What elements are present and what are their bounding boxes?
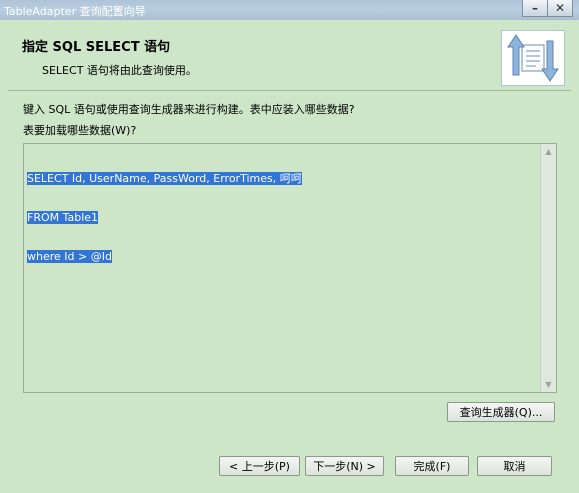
scroll-up-icon[interactable]: ▲ xyxy=(544,147,553,156)
query-builder-button[interactable]: 查询生成器(Q)... xyxy=(447,402,555,422)
title-bar: TableAdapter 查询配置向导 – ✕ xyxy=(0,0,579,20)
page-subtitle: SELECT 语句将由此查询使用。 xyxy=(42,64,197,77)
cancel-button[interactable]: 取消 xyxy=(477,456,552,476)
sql-line: where Id > @Id xyxy=(27,250,112,263)
data-load-label: 表要加载哪些数据(W)? xyxy=(23,124,137,137)
sql-line: SELECT Id, UserName, PassWord, ErrorTime… xyxy=(27,172,302,185)
query-wizard-icon xyxy=(501,30,565,86)
wizard-header: 指定 SQL SELECT 语句 SELECT 语句将由此查询使用。 xyxy=(8,26,571,91)
next-button[interactable]: 下一步(N) > xyxy=(305,456,384,476)
vertical-scrollbar[interactable]: ▲ ▼ xyxy=(540,144,556,392)
page-title: 指定 SQL SELECT 语句 xyxy=(22,40,171,55)
window-title: TableAdapter 查询配置向导 xyxy=(4,5,146,18)
minimize-button[interactable]: – xyxy=(522,0,548,17)
finish-button[interactable]: 完成(F) xyxy=(395,456,469,476)
previous-button[interactable]: < 上一步(P) xyxy=(219,456,300,476)
sql-line: FROM Table1 xyxy=(27,211,99,224)
minimize-icon: – xyxy=(532,1,538,15)
close-icon: ✕ xyxy=(554,1,566,15)
window-controls: – ✕ xyxy=(522,0,573,18)
sql-editor[interactable]: SELECT Id, UserName, PassWord, ErrorTime… xyxy=(23,143,557,393)
scroll-down-icon[interactable]: ▼ xyxy=(544,380,553,389)
close-button[interactable]: ✕ xyxy=(548,0,573,17)
sql-text[interactable]: SELECT Id, UserName, PassWord, ErrorTime… xyxy=(27,146,302,289)
instruction-text: 键入 SQL 语句或使用查询生成器来进行构建。表中应装入哪些数据? xyxy=(23,103,355,116)
